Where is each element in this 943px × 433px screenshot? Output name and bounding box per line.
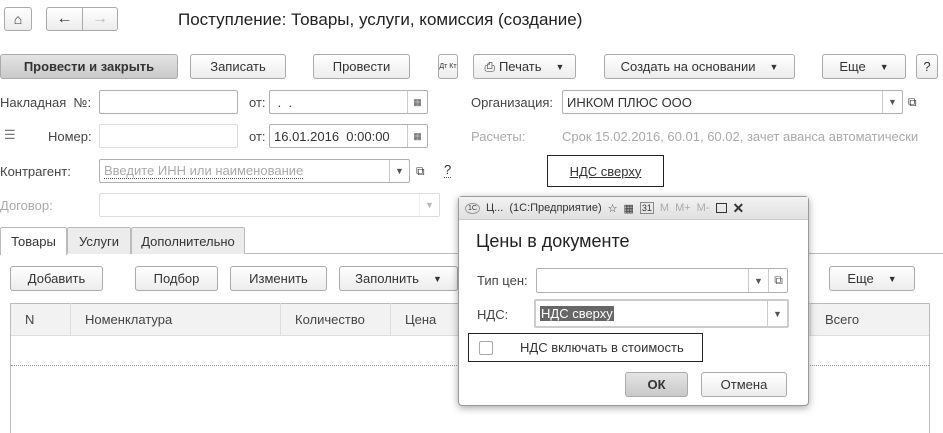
fill-label: Заполнить bbox=[355, 271, 419, 286]
column-quantity[interactable]: Количество bbox=[280, 303, 390, 335]
include-vat-checkbox[interactable] bbox=[479, 340, 493, 355]
ok-button[interactable]: ОК bbox=[625, 372, 688, 397]
dropdown-arrow-icon[interactable]: ▼ bbox=[767, 301, 787, 326]
cancel-button[interactable]: Отмена bbox=[701, 372, 787, 397]
vat-label: НДС: bbox=[477, 307, 509, 322]
number-label: Номер: bbox=[48, 129, 92, 144]
dropdown-arrow-icon[interactable]: ▼ bbox=[748, 269, 768, 292]
1c-logo-icon: 1C bbox=[465, 202, 480, 214]
invoice-label: Накладная №: bbox=[0, 95, 92, 110]
settlements-label: Расчеты: bbox=[471, 129, 526, 144]
create-based-label: Создать на основании bbox=[620, 59, 756, 74]
home-icon: ⌂ bbox=[13, 11, 23, 27]
save-button[interactable]: Записать bbox=[190, 54, 286, 79]
favorite-icon[interactable]: ☆ bbox=[608, 202, 618, 215]
contract-input[interactable]: ▼ bbox=[99, 193, 440, 217]
more-label: Еще bbox=[847, 271, 874, 286]
column-n[interactable]: N bbox=[11, 303, 70, 335]
close-icon[interactable]: ✕ bbox=[733, 200, 745, 217]
calendar-icon[interactable]: ▦ bbox=[407, 91, 427, 113]
dialog-title: Ц... (1С:Предприятие) bbox=[485, 202, 602, 214]
invoice-number-input[interactable] bbox=[99, 90, 238, 114]
date-value: 16.01.2016 0:00:00 bbox=[274, 128, 390, 144]
vat-mode-link[interactable]: НДС сверху bbox=[547, 155, 664, 187]
dialog-heading: Цены в документе bbox=[476, 231, 630, 251]
dropdown-arrow-icon[interactable]: ▼ bbox=[419, 194, 439, 216]
invoice-date-input[interactable]: . . ▦ bbox=[269, 90, 428, 114]
memory-mminus-button[interactable]: M- bbox=[697, 202, 710, 214]
printer-icon: ⎙ bbox=[484, 58, 495, 74]
dialog-titlebar: 1C Ц... (1С:Предприятие) ☆ ▦ 31 M M+ M- … bbox=[459, 197, 808, 220]
add-button[interactable]: Добавить bbox=[10, 266, 103, 291]
dropdown-arrow-icon[interactable]: ▼ bbox=[389, 160, 409, 182]
create-based-button[interactable]: Создать на основании ▼ bbox=[604, 54, 795, 79]
tab-goods[interactable]: Товары bbox=[0, 227, 67, 255]
organization-value: ИНКОМ ПЛЮС ООО bbox=[567, 94, 692, 110]
open-icon[interactable]: ⧉ bbox=[768, 269, 788, 292]
number-input[interactable] bbox=[99, 124, 238, 148]
print-label: Печать bbox=[498, 59, 542, 74]
more-button[interactable]: Еще ▼ bbox=[822, 54, 906, 79]
organization-input[interactable]: ИНКОМ ПЛЮС ООО ▼ bbox=[562, 90, 903, 114]
arrow-left-icon: ← bbox=[56, 10, 73, 27]
open-icon[interactable]: ⧉ bbox=[908, 95, 917, 110]
price-type-label: Тип цен: bbox=[477, 273, 528, 288]
page-title: Поступление: Товары, услуги, комиссия (с… bbox=[178, 10, 583, 29]
calendar-icon[interactable]: ▦ bbox=[407, 125, 427, 147]
calculator-icon[interactable]: ▦ bbox=[623, 202, 633, 215]
contract-label: Договор: bbox=[0, 198, 53, 213]
dropdown-arrow-icon: ▼ bbox=[887, 273, 897, 284]
settlements-link[interactable]: Срок 15.02.2016, 60.01, 60.02, зачет ава… bbox=[562, 129, 918, 144]
list-icon: ☰ bbox=[4, 127, 16, 142]
dropdown-arrow-icon: ▼ bbox=[555, 61, 565, 72]
calendar-icon[interactable]: 31 bbox=[639, 202, 654, 214]
memory-mplus-button[interactable]: M+ bbox=[675, 202, 691, 214]
edit-button[interactable]: Изменить bbox=[230, 266, 327, 291]
counterparty-label: Контрагент: bbox=[0, 164, 71, 179]
tab-additional[interactable]: Дополнительно bbox=[131, 227, 245, 254]
forward-button[interactable]: → bbox=[82, 7, 118, 31]
vat-mode-label: НДС сверху bbox=[569, 163, 642, 179]
column-total[interactable]: Всего bbox=[810, 303, 910, 335]
fill-button[interactable]: Заполнить ▼ bbox=[339, 266, 458, 291]
select-button[interactable]: Подбор bbox=[135, 266, 218, 291]
column-price[interactable]: Цена bbox=[390, 303, 458, 335]
from-label: от: bbox=[249, 129, 266, 144]
vat-select[interactable]: НДС сверху ▼ bbox=[534, 299, 789, 328]
dropdown-arrow-icon[interactable]: ▼ bbox=[882, 91, 902, 113]
memory-m-button[interactable]: M bbox=[660, 202, 669, 214]
column-nomenclature[interactable]: Номенклатура bbox=[70, 303, 280, 335]
dtkt-icon: Дт Кт bbox=[439, 62, 457, 70]
dropdown-arrow-icon: ▼ bbox=[432, 273, 442, 284]
maximize-icon[interactable] bbox=[715, 203, 727, 213]
dropdown-arrow-icon: ▼ bbox=[879, 61, 889, 72]
post-button[interactable]: Провести bbox=[313, 54, 410, 79]
open-icon[interactable]: ⧉ bbox=[416, 164, 425, 179]
arrow-right-icon: → bbox=[92, 10, 108, 27]
organization-label: Организация: bbox=[471, 95, 554, 110]
print-button[interactable]: ⎙ Печать ▼ bbox=[473, 54, 576, 79]
tab-services[interactable]: Услуги bbox=[67, 227, 131, 254]
help-button[interactable]: ? bbox=[916, 54, 938, 79]
include-vat-checkbox-row[interactable]: НДС включать в стоимость bbox=[468, 333, 703, 362]
dropdown-arrow-icon: ▼ bbox=[769, 61, 779, 72]
vat-value: НДС сверху bbox=[540, 306, 614, 321]
back-button[interactable]: ← bbox=[46, 7, 83, 31]
prices-dialog: 1C Ц... (1С:Предприятие) ☆ ▦ 31 M M+ M- … bbox=[458, 196, 809, 406]
date-input[interactable]: 16.01.2016 0:00:00 ▦ bbox=[269, 124, 428, 148]
post-and-close-button[interactable]: Провести и закрыть bbox=[0, 54, 178, 79]
counterparty-placeholder: Введите ИНН или наименование bbox=[104, 163, 304, 179]
invoice-date-value: . . bbox=[274, 94, 293, 110]
table-more-button[interactable]: Еще ▼ bbox=[829, 266, 915, 291]
help-question-link[interactable]: ? bbox=[444, 162, 452, 178]
dtkt-button[interactable]: Дт Кт bbox=[438, 54, 458, 79]
home-button[interactable]: ⌂ bbox=[4, 7, 32, 31]
counterparty-input[interactable]: Введите ИНН или наименование ▼ bbox=[99, 159, 410, 183]
from-label: от: bbox=[249, 95, 266, 110]
more-label: Еще bbox=[839, 59, 866, 74]
include-vat-label: НДС включать в стоимость bbox=[520, 340, 684, 355]
